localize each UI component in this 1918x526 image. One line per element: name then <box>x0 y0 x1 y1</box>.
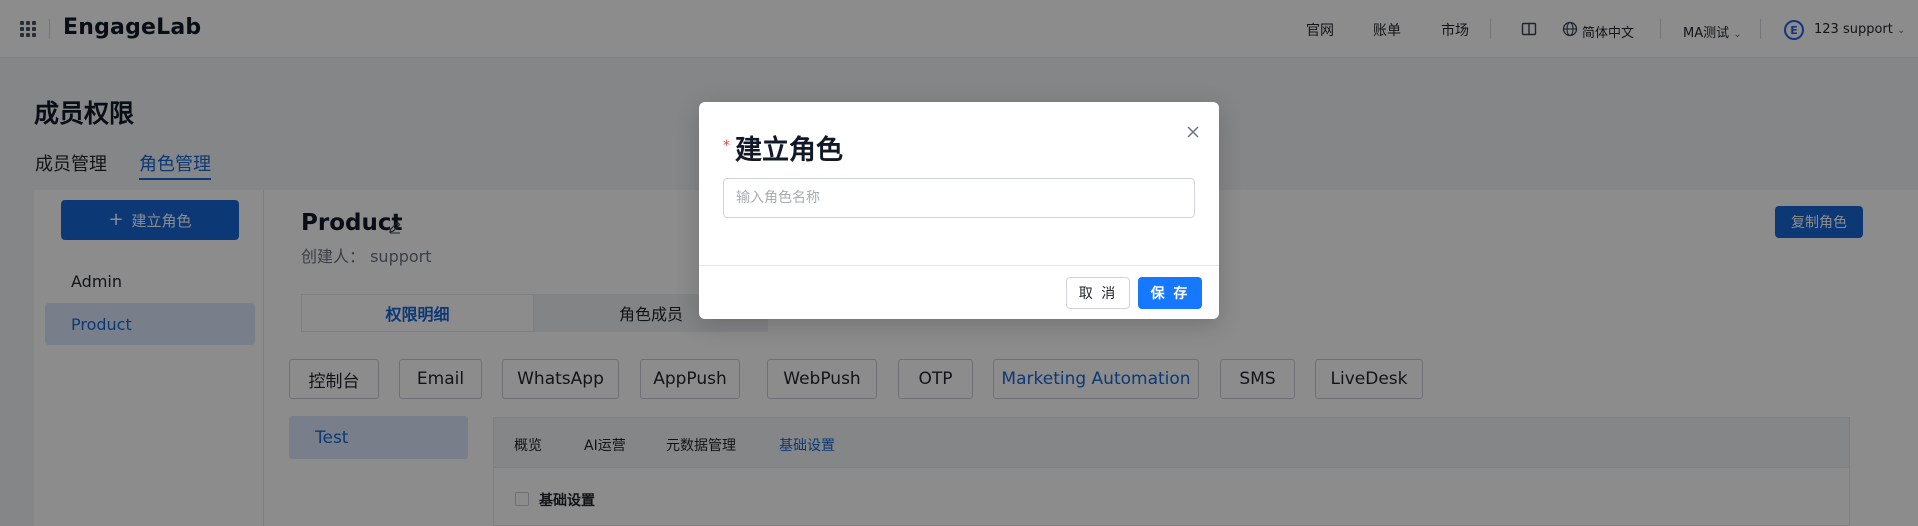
close-icon[interactable] <box>1183 122 1203 142</box>
cancel-button[interactable]: 取 消 <box>1066 277 1130 309</box>
required-mark: * <box>723 138 730 154</box>
modal-divider <box>699 265 1219 266</box>
create-role-modal: * 建立角色 取 消 保 存 <box>699 102 1219 319</box>
modal-title: 建立角色 <box>735 135 843 166</box>
role-name-input[interactable] <box>723 178 1195 218</box>
save-button[interactable]: 保 存 <box>1138 277 1202 309</box>
